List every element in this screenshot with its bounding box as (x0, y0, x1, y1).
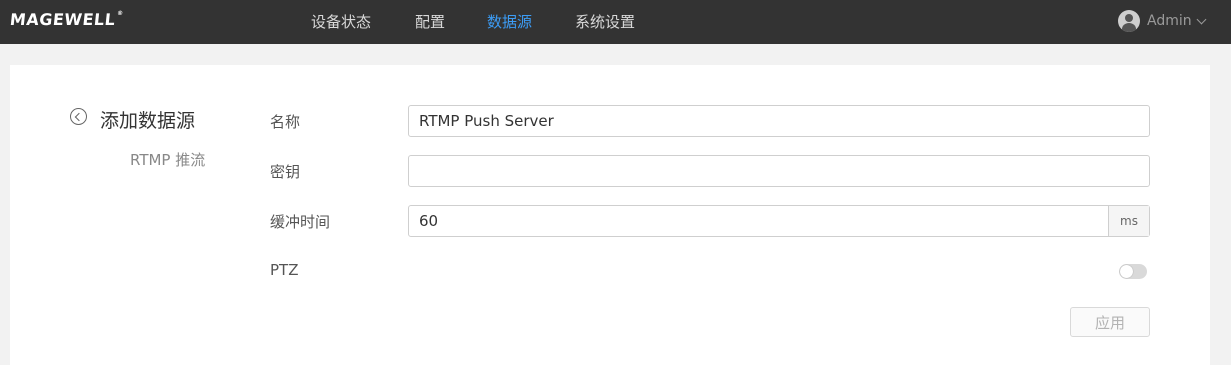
ptz-label: PTZ (270, 261, 299, 279)
buffer-time-input[interactable] (409, 206, 1108, 236)
nav-item-config[interactable]: 配置 (415, 11, 445, 32)
nav-item-device-status[interactable]: 设备状态 (311, 11, 371, 32)
user-avatar-icon (1118, 10, 1140, 32)
back-arrow-icon[interactable] (70, 108, 87, 125)
magewell-logo[interactable]: MAGEWELL® (9, 10, 124, 29)
chevron-down-icon (1196, 14, 1207, 24)
name-label: 名称 (270, 113, 301, 131)
buffer-time-unit: ms (1108, 206, 1149, 236)
key-input[interactable] (408, 155, 1150, 187)
buffer-time-label: 缓冲时间 (270, 213, 331, 231)
apply-button[interactable]: 应用 (1070, 307, 1150, 337)
key-label: 密钥 (270, 163, 301, 181)
brand-text: MAGEWELL (9, 10, 117, 29)
user-name: Admin (1147, 13, 1192, 29)
source-type-subtitle: RTMP 推流 (130, 151, 206, 169)
nav-item-sources[interactable]: 数据源 (487, 11, 532, 32)
top-navigation-bar: MAGEWELL® 设备状态 配置 数据源 系统设置 Admin (0, 0, 1231, 44)
brand-registered-mark: ® (116, 10, 124, 17)
nav-item-system-settings[interactable]: 系统设置 (575, 11, 635, 32)
page-title: 添加数据源 (100, 110, 196, 132)
toggle-knob (1120, 265, 1133, 278)
ptz-toggle[interactable] (1119, 264, 1147, 279)
name-input[interactable] (408, 105, 1150, 137)
user-menu[interactable]: Admin (1118, 9, 1207, 33)
buffer-time-group: ms (408, 205, 1150, 237)
